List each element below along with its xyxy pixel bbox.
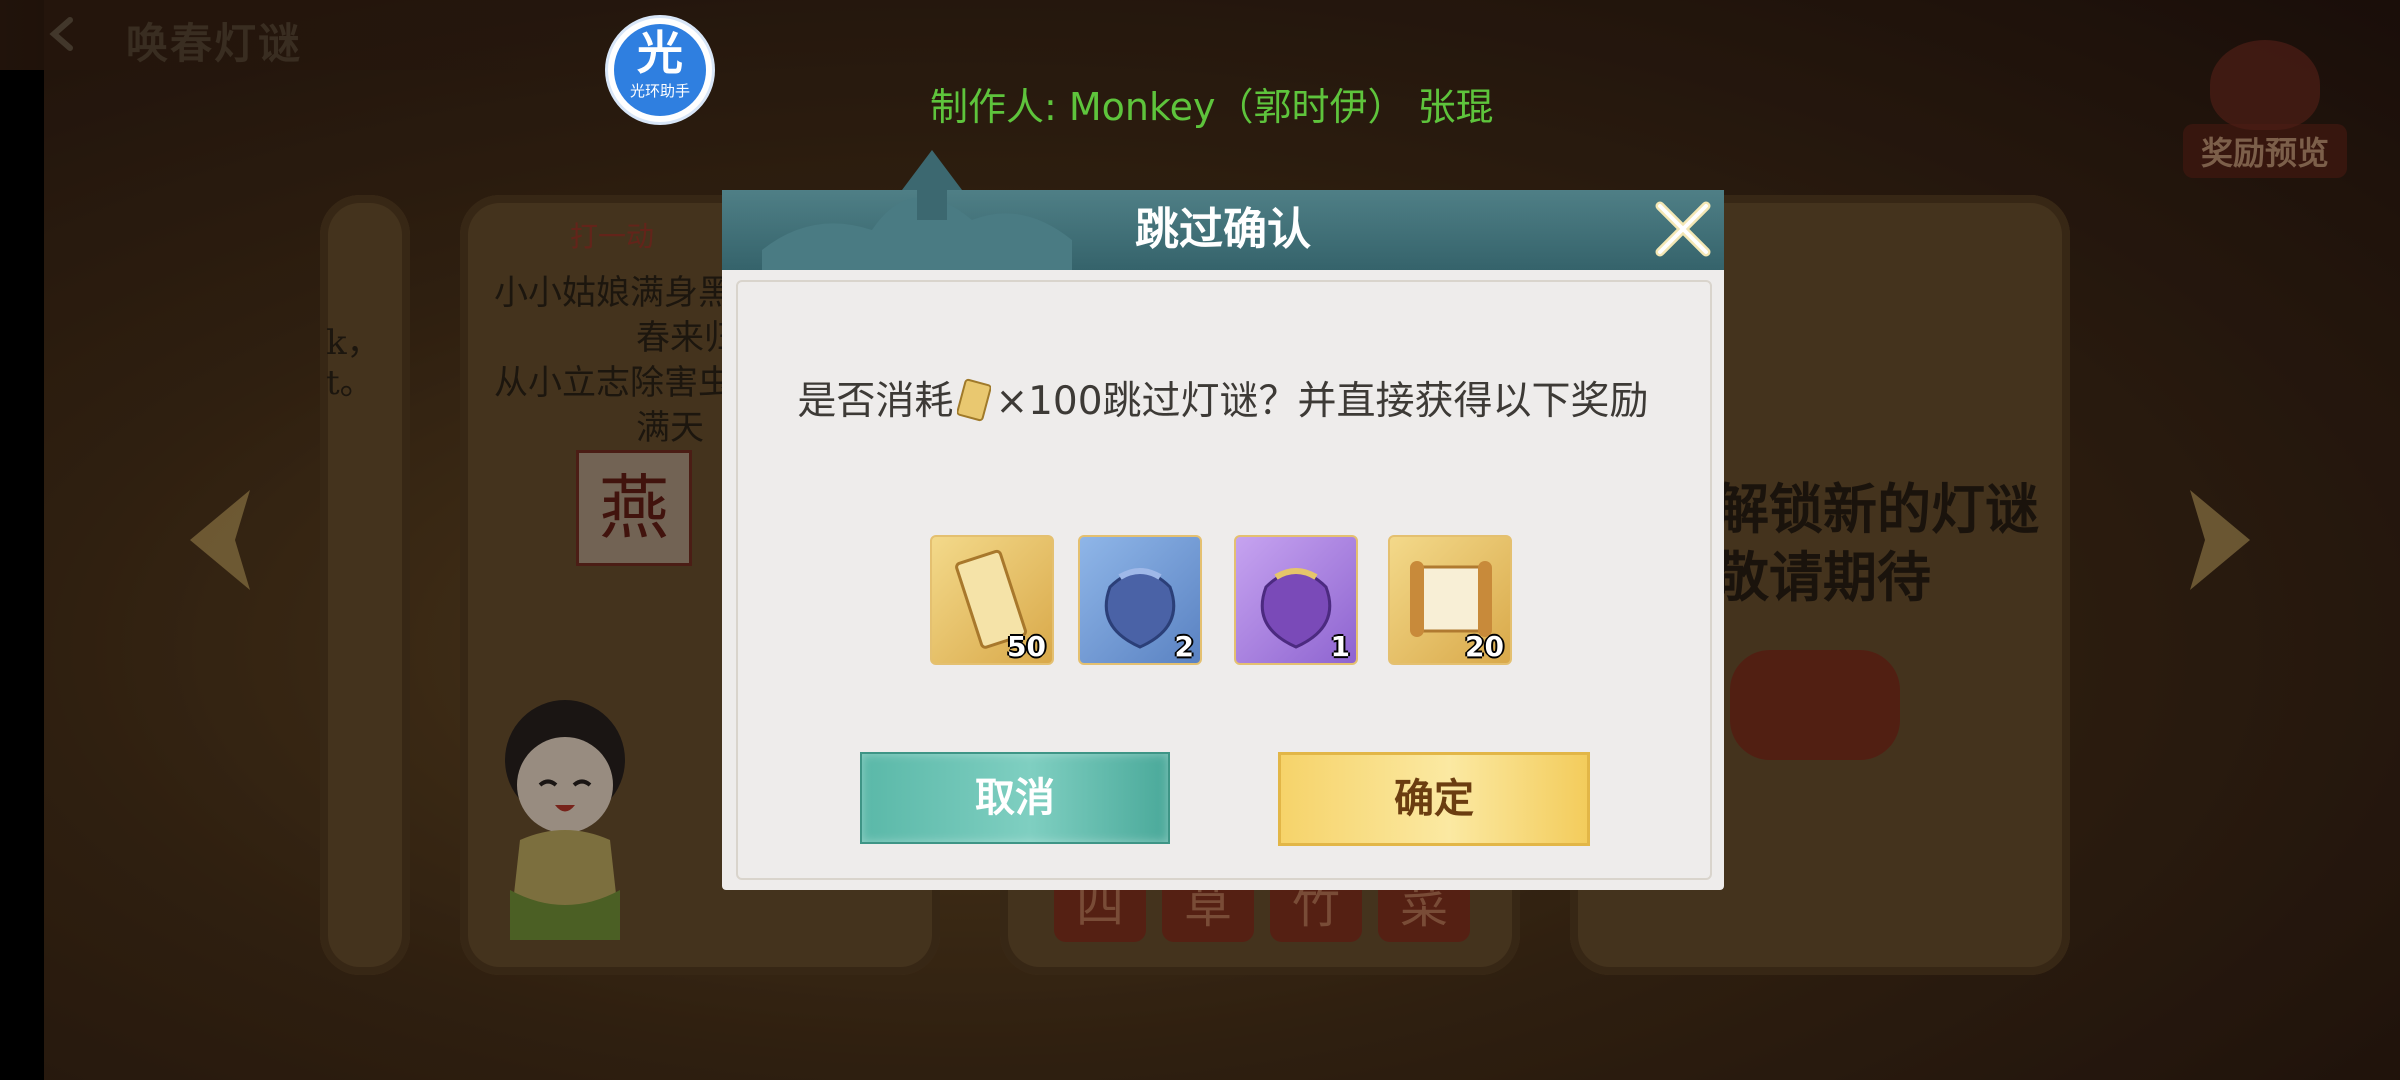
skip-question: 是否消耗 ×100跳过灯谜？并直接获得以下奖励 [722, 370, 1724, 426]
reward-item[interactable]: 50 [930, 535, 1054, 665]
reward-count: 50 [1007, 630, 1046, 663]
helper-glyph: 光 [637, 26, 683, 80]
helper-badge-inner: 光 光环助手 [614, 24, 706, 116]
skip-confirm-dialog: 跳过确认 是否消耗 ×100跳过灯谜？并直接获得以下奖励 50 2 1 20 取… [722, 150, 1724, 890]
credit-text: 制作人: Monkey（郭时伊） 张琨 [930, 85, 1494, 129]
ticket-icon [957, 378, 992, 422]
question-suffix: ×100跳过灯谜？并直接获得以下奖励 [995, 379, 1649, 424]
dialog-title: 跳过确认 [1135, 204, 1311, 255]
reward-count: 2 [1174, 630, 1194, 663]
helper-floating-button[interactable]: 光 光环助手 [608, 18, 712, 122]
reward-count: 1 [1330, 630, 1350, 663]
reward-item[interactable]: 2 [1078, 535, 1202, 665]
reward-list: 50 2 1 20 [930, 535, 1530, 665]
reward-item[interactable]: 20 [1388, 535, 1512, 665]
reward-count: 20 [1465, 630, 1504, 663]
question-prefix: 是否消耗 [797, 379, 954, 424]
close-icon[interactable] [1650, 196, 1716, 262]
helper-label: 光环助手 [629, 82, 690, 100]
confirm-button[interactable]: 确定 [1278, 752, 1590, 846]
cancel-button[interactable]: 取消 [860, 752, 1170, 844]
reward-item[interactable]: 1 [1234, 535, 1358, 665]
